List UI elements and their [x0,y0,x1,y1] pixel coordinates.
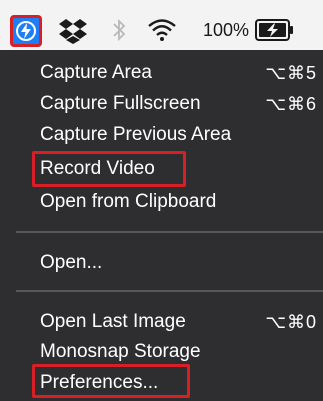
battery-charging-icon[interactable] [255,17,295,43]
menu-item-open-last-image[interactable]: Open Last Image ⌥⌘0 [0,307,323,337]
menu-item-label: Open from Clipboard [40,191,217,212]
menu-separator [16,290,323,292]
bluetooth-icon[interactable] [112,16,126,44]
menu-item-label: Capture Fullscreen [40,93,201,114]
menu-item-shortcut: ⌥⌘5 [265,63,317,83]
menu-item-label: Open... [40,252,103,273]
menu-item-label: Capture Previous Area [40,124,232,145]
menu-item-capture-area[interactable]: Capture Area ⌥⌘5 [0,58,323,88]
menu-bar: 100% [0,0,323,50]
menu-item-open-from-clipboard[interactable]: Open from Clipboard [0,187,323,217]
highlight-box-record-video [32,151,186,187]
menu-item-monosnap-storage[interactable]: Monosnap Storage [0,337,323,367]
monosnap-dropdown-menu: Capture Area ⌥⌘5 Capture Fullscreen ⌥⌘6 … [0,50,323,401]
battery-percentage: 100% [203,20,250,40]
menu-item-capture-previous-area[interactable]: Capture Previous Area [0,120,323,150]
menu-item-shortcut: ⌥⌘6 [265,94,317,114]
menu-item-open[interactable]: Open... [0,248,323,278]
wifi-icon[interactable] [147,18,177,42]
menu-item-shortcut: ⌥⌘0 [265,312,317,332]
menu-separator [16,231,323,233]
menu-item-capture-fullscreen[interactable]: Capture Fullscreen ⌥⌘6 [0,89,323,119]
menu-item-label: Monosnap Storage [40,341,201,362]
menu-item-label: Open Last Image [40,311,186,332]
monosnap-bolt-icon[interactable] [10,15,42,47]
menu-item-label: Capture Area [40,62,152,83]
dropbox-icon[interactable] [58,18,88,44]
highlight-box-preferences [32,364,190,398]
